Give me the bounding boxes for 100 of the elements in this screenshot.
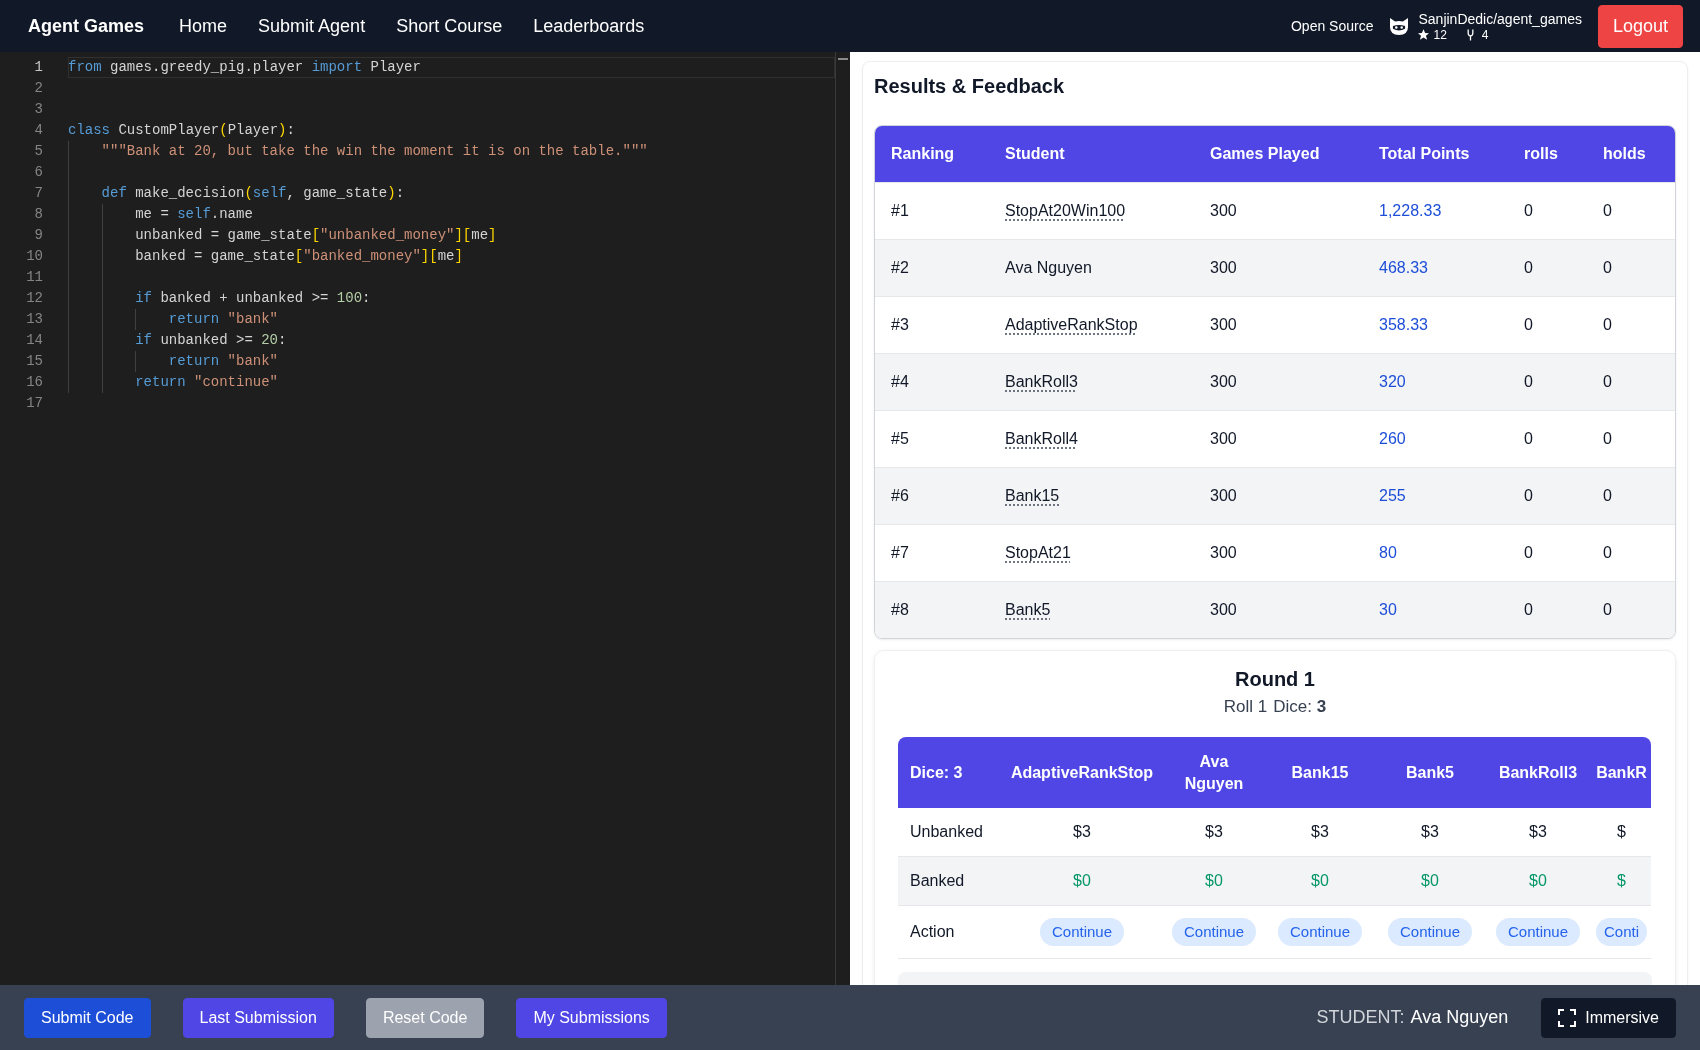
table-cell: 320 [1363,353,1508,411]
student-name: StopAt21 [989,524,1194,582]
student-name: AdaptiveRankStop [989,296,1194,354]
table-cell: 300 [1194,353,1363,411]
line-number: 8 [33,205,44,224]
line-number: 11 [25,268,44,287]
line-number: 16 [25,373,44,392]
line-number: 3 [33,100,44,119]
code-line: if unbanked >= 20: [135,332,287,348]
column-header: Ranking [875,126,989,183]
table-cell: $ [1592,808,1651,857]
table-cell: $0 [1484,856,1592,906]
table-cell: 1,228.33 [1363,182,1508,240]
table-cell: $3 [1484,808,1592,857]
table-cell: 0 [1587,296,1675,354]
repo-link[interactable]: SanjinDedic/agent_games [1418,10,1582,28]
action-tag: Continue [1039,918,1124,946]
table-cell: 0 [1587,353,1675,411]
table-cell: 0 [1508,410,1587,468]
line-number: 13 [25,310,44,329]
table-cell: 300 [1194,467,1363,525]
line-number: 5 [33,142,44,161]
table-cell: 0 [1587,410,1675,468]
table-cell: $0 [1264,856,1376,906]
line-number: 10 [25,247,44,266]
nav-link[interactable]: Leaderboards [533,15,645,36]
immersive-button[interactable]: Immersive [1541,997,1676,1038]
code-line: return "bank" [168,311,278,327]
footer-button[interactable]: Last Submission [182,997,334,1038]
table-cell: 0 [1508,353,1587,411]
code-editor[interactable] [0,52,850,985]
student-name: Ava Nguyen [1410,1006,1509,1029]
line-number: 15 [25,352,44,371]
line-number: 6 [33,163,44,182]
column-header: Total Points [1363,126,1508,183]
table-cell: 0 [1587,239,1675,297]
table-cell: 300 [1194,524,1363,582]
action-tag: Continue [1172,918,1257,946]
student-label: STUDENT: [1316,1006,1405,1029]
fullscreen-icon [1558,1008,1577,1027]
row-label: Action [898,905,1000,959]
table-cell: #2 [875,239,989,297]
line-number: 2 [33,79,44,98]
student-name: StopAt20Win100 [989,182,1194,240]
code-line: def make_decision(self, game_state): [101,185,405,201]
open-source-link[interactable]: Open Source [1291,15,1374,37]
code-line: me = self.name [135,206,253,222]
table-cell: #5 [875,410,989,468]
dice-label: Dice: 3 [1273,696,1327,718]
student-name: Bank15 [989,467,1194,525]
table-cell: #3 [875,296,989,354]
star-count: 12 [1433,27,1447,42]
table-cell: $3 [1376,808,1484,857]
table-cell: 255 [1363,467,1508,525]
action-tag: Conti [1596,918,1647,946]
code-line: banked = game_state["banked_money"][me] [135,248,463,264]
table-cell: 30 [1363,581,1508,638]
table-cell: 0 [1508,296,1587,354]
code-line: from games.greedy_pig.player import Player [68,59,421,75]
round-title: Round 1 [1234,668,1316,690]
column-header: rolls [1508,126,1587,183]
column-header: AdaptiveRankStop [1000,737,1164,808]
footer-button[interactable]: My Submissions [516,997,667,1038]
table-cell: 300 [1194,410,1363,468]
column-header: Ava Nguyen [1164,737,1264,808]
footer-button[interactable]: Submit Code [24,997,151,1038]
line-number: 7 [33,184,44,203]
code-line: if banked + unbanked >= 100: [135,290,371,306]
table-cell: 0 [1508,524,1587,582]
code-line: return "continue" [135,374,279,390]
column-header: Student [989,126,1194,183]
table-cell: 80 [1363,524,1508,582]
code-line: unbanked = game_state["unbanked_money"][me] [135,227,497,243]
column-header: Games Played [1194,126,1363,183]
table-cell: $3 [1264,808,1376,857]
code-line: class CustomPlayer(Player): [68,122,295,138]
table-cell: #1 [875,182,989,240]
nav-link[interactable]: Short Course [396,15,503,36]
column-header: BankR [1592,737,1651,808]
star-icon [1418,29,1430,40]
nav-link[interactable]: Submit Agent [258,15,366,36]
logout-button[interactable]: Logout [1597,4,1683,48]
table-cell: #6 [875,467,989,525]
table-cell: 0 [1508,239,1587,297]
student-name: Ava Nguyen [989,239,1194,297]
column-header: Dice: 3 [898,737,1000,808]
table-cell: 300 [1194,581,1363,638]
table-cell: $ [1592,856,1651,906]
line-number: 1 [33,58,44,77]
results-title: Results & Feedback [874,74,1066,98]
table-cell: #8 [875,581,989,638]
student-name: Bank5 [989,581,1194,638]
row-label: Banked [898,856,1000,906]
table-cell: $0 [1164,856,1264,906]
nav-link[interactable]: Home [179,15,228,36]
table-cell: $3 [1164,808,1264,857]
fork-icon [1466,28,1474,41]
row-label: Unbanked [898,808,1000,857]
table-cell: #4 [875,353,989,411]
brand-link[interactable]: Agent Games [28,12,145,40]
